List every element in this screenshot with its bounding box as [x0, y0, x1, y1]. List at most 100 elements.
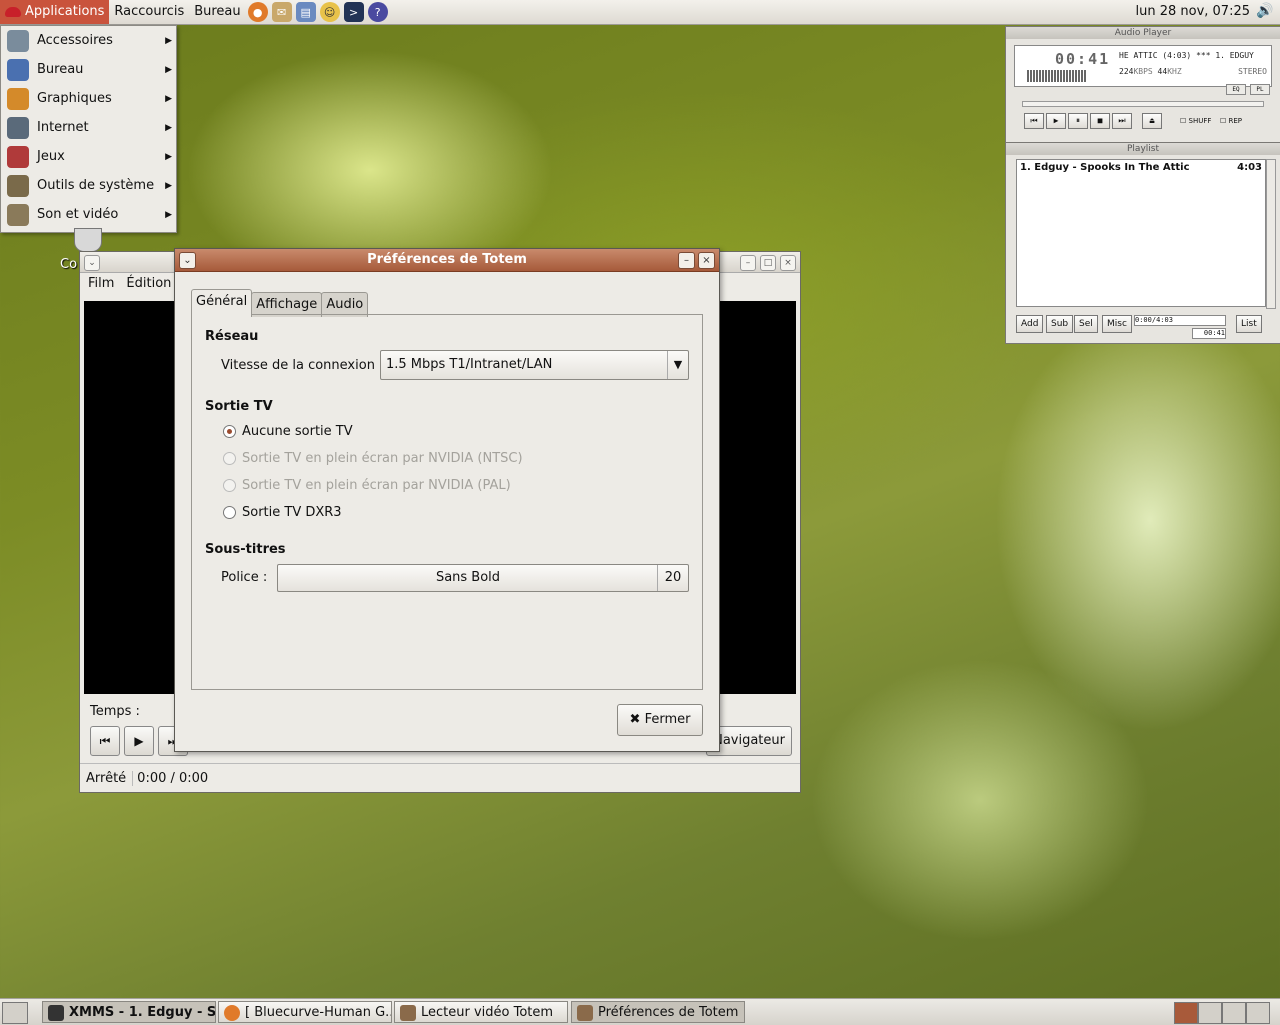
- bitrate: 224KBPS 44KHZ: [1119, 67, 1182, 76]
- tab-bar: Général Affichage Audio: [191, 289, 369, 317]
- workspace-4[interactable]: [1246, 1002, 1270, 1024]
- connection-speed-select[interactable]: 1.5 Mbps T1/Intranet/LAN ▼: [380, 350, 689, 380]
- menu-item-jeux[interactable]: Jeux ▶: [1, 142, 176, 171]
- submenu-arrow-icon: ▶: [165, 180, 172, 191]
- totem-icon: [577, 1005, 593, 1021]
- close-icon[interactable]: ×: [698, 252, 715, 269]
- previous-track-icon[interactable]: ⏮: [1024, 113, 1044, 129]
- submenu-arrow-icon: ▶: [165, 35, 172, 46]
- menu-item-graphiques[interactable]: Graphiques ▶: [1, 84, 176, 113]
- sel-button[interactable]: Sel: [1074, 315, 1098, 333]
- list-item[interactable]: 1. Edguy - Spooks In The Attic 4:03: [1017, 160, 1265, 175]
- maximize-icon[interactable]: □: [760, 255, 776, 271]
- misc-button[interactable]: Misc: [1102, 315, 1132, 333]
- firefox-icon[interactable]: ●: [247, 2, 268, 22]
- menu-item-bureau[interactable]: Bureau ▶: [1, 55, 176, 84]
- playlist-time: 0:00/4:03: [1134, 315, 1226, 326]
- shortcuts-menu-button[interactable]: Raccourcis: [109, 0, 189, 24]
- eq-button[interactable]: EQ: [1226, 84, 1246, 95]
- taskbar-item-browser[interactable]: [ Bluecurve-Human G...: [218, 1001, 392, 1023]
- tab-general[interactable]: Général: [191, 289, 253, 317]
- close-button[interactable]: ✖ Fermer: [617, 704, 703, 736]
- dialog-title: Préférences de Totem: [367, 252, 527, 267]
- xmms-display: 00:41 HE ATTIC (4:03) *** 1. EDGUY 224KB…: [1014, 45, 1272, 87]
- submenu-arrow-icon: ▶: [165, 93, 172, 104]
- playlist-toggle-button[interactable]: PL: [1250, 84, 1270, 95]
- menu-edition[interactable]: Édition: [126, 276, 171, 291]
- totem-icon: [400, 1005, 416, 1021]
- shuffle-toggle[interactable]: ☐ SHUFF: [1180, 117, 1211, 125]
- close-icon[interactable]: ×: [780, 255, 796, 271]
- graphics-icon: [7, 87, 29, 110]
- office-icon[interactable]: ▤: [295, 2, 316, 22]
- list-button[interactable]: List: [1236, 315, 1262, 333]
- computer-desktop-icon[interactable]: [74, 228, 102, 252]
- redhat-icon: [5, 6, 21, 17]
- stop-icon[interactable]: ■: [1090, 113, 1110, 129]
- font-picker-button[interactable]: Sans Bold 20: [277, 564, 689, 592]
- applications-menu-button[interactable]: Applications: [0, 0, 110, 24]
- close-icon: ✖: [629, 712, 641, 727]
- submenu-arrow-icon: ▶: [165, 209, 172, 220]
- window-menu-icon[interactable]: ⌄: [84, 255, 100, 271]
- stereo-indicator: STEREO: [1238, 67, 1267, 76]
- play-button[interactable]: ▶: [124, 726, 154, 756]
- volume-icon[interactable]: 🔊: [1256, 3, 1274, 21]
- xmms-player: Audio Player 00:41 HE ATTIC (4:03) *** 1…: [1005, 26, 1280, 144]
- playlist-scrollbar[interactable]: [1266, 159, 1276, 309]
- firefox-icon: [224, 1005, 240, 1021]
- connection-speed-value: 1.5 Mbps T1/Intranet/LAN: [386, 357, 553, 372]
- repeat-toggle[interactable]: ☐ REP: [1220, 117, 1242, 125]
- seek-bar[interactable]: [1022, 101, 1264, 107]
- games-icon: [7, 145, 29, 168]
- workspace-2[interactable]: [1198, 1002, 1222, 1024]
- xmms-playlist: Playlist 1. Edguy - Spooks In The Attic …: [1005, 142, 1280, 344]
- submenu-arrow-icon: ▶: [165, 122, 172, 133]
- show-desktop-icon[interactable]: [2, 1002, 28, 1024]
- pause-icon[interactable]: ⏸: [1068, 113, 1088, 129]
- play-icon[interactable]: ▶: [1046, 113, 1066, 129]
- subtitles-heading: Sous-titres: [205, 542, 286, 557]
- prefs-titlebar[interactable]: ⌄ Préférences de Totem – ×: [175, 249, 719, 272]
- accessories-icon: [7, 29, 29, 52]
- minimize-icon[interactable]: –: [678, 252, 695, 269]
- next-track-icon[interactable]: ⏭: [1112, 113, 1132, 129]
- radio-dxr3[interactable]: Sortie TV DXR3: [223, 505, 342, 520]
- elapsed-time[interactable]: 00:41: [1055, 50, 1110, 68]
- radio-no-tv-out[interactable]: Aucune sortie TV: [223, 424, 353, 439]
- desktop-menu-button[interactable]: Bureau: [189, 0, 245, 24]
- taskbar-item-totem[interactable]: Lecteur vidéo Totem: [394, 1001, 568, 1023]
- add-button[interactable]: Add: [1016, 315, 1044, 333]
- playlist-titlebar[interactable]: Playlist: [1006, 143, 1280, 155]
- workspace-3[interactable]: [1222, 1002, 1246, 1024]
- eject-icon[interactable]: ⏏: [1142, 113, 1162, 129]
- clock[interactable]: lun 28 nov, 07:25: [1135, 0, 1250, 24]
- xmms-icon: [48, 1005, 64, 1021]
- menu-item-internet[interactable]: Internet ▶: [1, 113, 176, 142]
- status-time: 0:00 / 0:00: [137, 770, 209, 786]
- workspace-1[interactable]: [1174, 1002, 1198, 1024]
- radio-selected-icon: [223, 425, 236, 438]
- menu-item-accessoires[interactable]: Accessoires ▶: [1, 26, 176, 55]
- menu-film[interactable]: Film: [88, 276, 114, 291]
- taskbar-item-preferences[interactable]: Préférences de Totem: [571, 1001, 745, 1023]
- radio-nvidia-ntsc: Sortie TV en plein écran par NVIDIA (NTS…: [223, 451, 523, 466]
- visualizer[interactable]: [1027, 70, 1087, 82]
- chat-icon[interactable]: ☺: [319, 2, 340, 22]
- status-bar: Arrêté 0:00 / 0:00: [80, 763, 800, 792]
- previous-button[interactable]: ⏮: [90, 726, 120, 756]
- radio-icon: [223, 452, 236, 465]
- xmms-titlebar[interactable]: Audio Player: [1006, 27, 1280, 39]
- help-icon[interactable]: ?: [367, 2, 388, 22]
- bottom-panel: XMMS - 1. Edguy - S... [ Bluecurve-Human…: [0, 998, 1280, 1025]
- menu-item-son-et-video[interactable]: Son et vidéo ▶: [1, 200, 176, 229]
- sub-button[interactable]: Sub: [1046, 315, 1074, 333]
- font-name: Sans Bold: [435, 570, 501, 585]
- mail-icon[interactable]: ✉: [271, 2, 292, 22]
- submenu-arrow-icon: ▶: [165, 151, 172, 162]
- desktop-icon-label[interactable]: Co: [60, 257, 78, 272]
- terminal-icon[interactable]: >: [343, 2, 364, 22]
- menu-item-outils-de-systeme[interactable]: Outils de système ▶: [1, 171, 176, 200]
- taskbar-item-xmms[interactable]: XMMS - 1. Edguy - S...: [42, 1001, 216, 1023]
- minimize-icon[interactable]: –: [740, 255, 756, 271]
